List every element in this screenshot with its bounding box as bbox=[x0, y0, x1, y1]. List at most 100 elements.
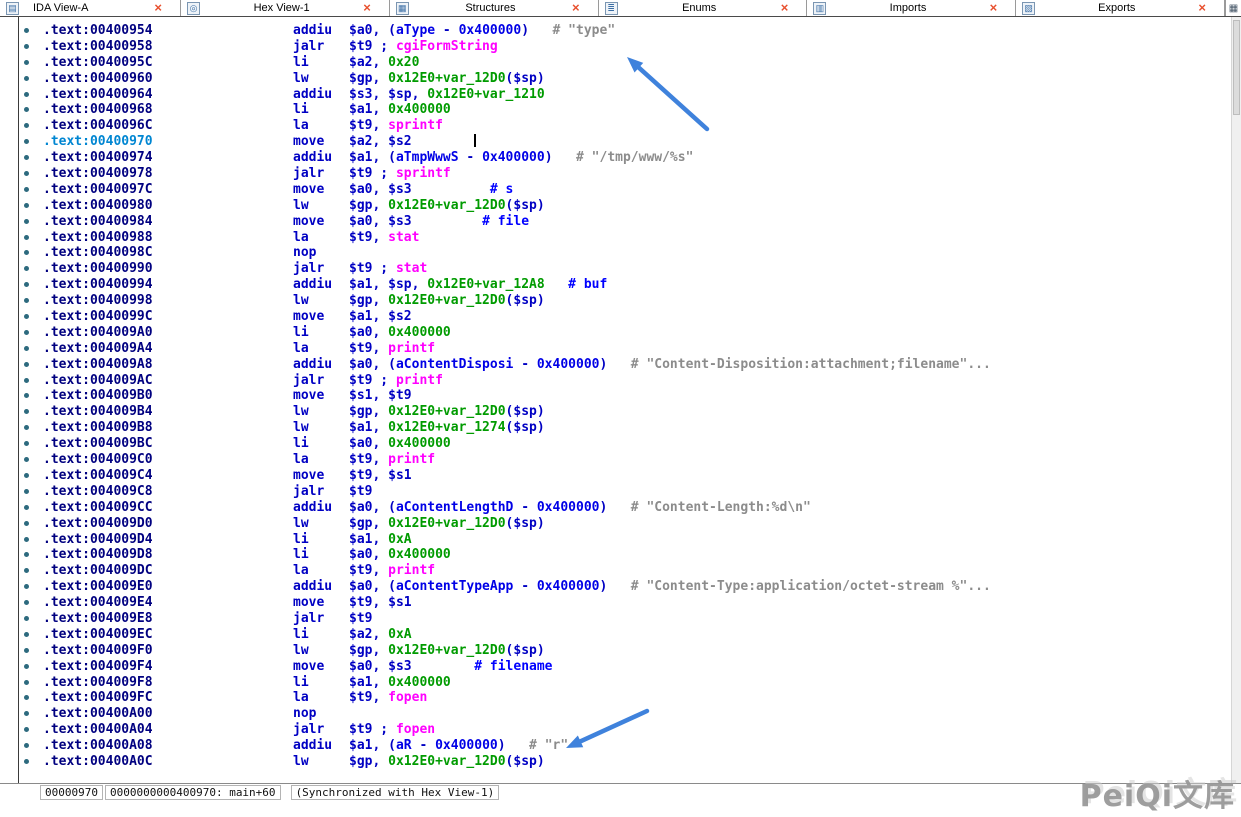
token: ($sp) bbox=[506, 293, 545, 308]
gutter-dot bbox=[24, 219, 29, 224]
line-address: .text:00400988 bbox=[43, 230, 293, 246]
token: $a1, $s2 bbox=[349, 309, 412, 324]
disasm-line[interactable]: .text:00400A0Clw$gp, 0x12E0+var_12D0($sp… bbox=[19, 754, 1229, 770]
disasm-line[interactable]: .text:004009F8li$a1, 0x400000 bbox=[19, 675, 1229, 691]
line-address: .text:004009A8 bbox=[43, 357, 293, 373]
token: 0x400000 bbox=[537, 500, 600, 515]
tab-structures[interactable]: ▦Structures× bbox=[390, 0, 599, 16]
disasm-line[interactable]: .text:004009A8addiu$a0, (aContentDisposi… bbox=[19, 357, 1229, 373]
mnemonic: jalr bbox=[293, 373, 349, 389]
mnemonic: li bbox=[293, 436, 349, 452]
tab-close-icon[interactable]: × bbox=[781, 2, 789, 14]
disasm-line[interactable]: .text:004009E0addiu$a0, (aContentTypeApp… bbox=[19, 579, 1229, 595]
disasm-line[interactable]: .text:004009C8jalr$t9 bbox=[19, 484, 1229, 500]
mnemonic: addiu bbox=[293, 87, 349, 103]
token: $gp, bbox=[349, 71, 388, 86]
disasm-line[interactable]: .text:00400998lw$gp, 0x12E0+var_12D0($sp… bbox=[19, 293, 1229, 309]
disasm-line[interactable]: .text:004009F4move$a0, $s3 # filename bbox=[19, 659, 1229, 675]
tab-enums[interactable]: ≣Enums× bbox=[599, 0, 808, 16]
token: aContentTypeApp bbox=[396, 579, 513, 594]
disasm-line[interactable]: .text:004009F0lw$gp, 0x12E0+var_12D0($sp… bbox=[19, 643, 1229, 659]
disasm-line[interactable]: .text:00400978jalr$t9 ; sprintf bbox=[19, 166, 1229, 182]
line-address: .text:00400954 bbox=[43, 23, 293, 39]
disasm-line[interactable]: .text:00400990jalr$t9 ; stat bbox=[19, 261, 1229, 277]
disasm-line[interactable]: .text:0040096Cla$t9, sprintf bbox=[19, 118, 1229, 134]
line-address: .text:00400984 bbox=[43, 214, 293, 230]
line-address: .text:004009FC bbox=[43, 690, 293, 706]
token: $t9 bbox=[349, 611, 372, 626]
tab-close-icon[interactable]: × bbox=[154, 2, 162, 14]
tab-close-icon[interactable]: × bbox=[1198, 2, 1206, 14]
disasm-line[interactable]: .text:004009A0li$a0, 0x400000 bbox=[19, 325, 1229, 341]
disasm-line[interactable]: .text:004009BCli$a0, 0x400000 bbox=[19, 436, 1229, 452]
disassembly-view[interactable]: .text:00400954addiu$a0, (aType - 0x40000… bbox=[19, 23, 1229, 770]
token: - bbox=[459, 150, 482, 165]
disasm-line[interactable]: .text:004009E4move$t9, $s1 bbox=[19, 595, 1229, 611]
gutter-dot bbox=[24, 457, 29, 462]
disasm-line[interactable]: .text:004009ECli$a2, 0xA bbox=[19, 627, 1229, 643]
tab-close-icon[interactable]: × bbox=[363, 2, 371, 14]
disasm-line[interactable]: .text:0040099Cmove$a1, $s2 bbox=[19, 309, 1229, 325]
disasm-line[interactable]: .text:004009D0lw$gp, 0x12E0+var_12D0($sp… bbox=[19, 516, 1229, 532]
token: ) bbox=[521, 23, 529, 38]
tab-ida-view-a[interactable]: ▤IDA View-A× bbox=[0, 0, 181, 16]
disasm-line[interactable]: .text:00400954addiu$a0, (aType - 0x40000… bbox=[19, 23, 1229, 39]
disasm-line[interactable]: .text:004009B8lw$a1, 0x12E0+var_1274($sp… bbox=[19, 420, 1229, 436]
gutter-dot bbox=[24, 759, 29, 764]
disasm-line[interactable]: .text:004009C4move$t9, $s1 bbox=[19, 468, 1229, 484]
token: 0x400000 bbox=[537, 357, 600, 372]
tab-exports[interactable]: ▧Exports× bbox=[1016, 0, 1225, 16]
disasm-line[interactable]: .text:004009CCaddiu$a0, (aContentLengthD… bbox=[19, 500, 1229, 516]
tab-label: IDA View-A bbox=[25, 2, 148, 14]
tab-imports[interactable]: ▥Imports× bbox=[807, 0, 1016, 16]
line-address: .text:00400994 bbox=[43, 277, 293, 293]
tab-close-icon[interactable]: × bbox=[990, 2, 998, 14]
disasm-line[interactable]: .text:004009A4la$t9, printf bbox=[19, 341, 1229, 357]
window-list-button[interactable]: ▦ bbox=[1225, 0, 1241, 16]
gutter-dot bbox=[24, 680, 29, 685]
disasm-line[interactable]: .text:0040098Cnop bbox=[19, 245, 1229, 261]
disasm-line[interactable]: .text:004009B4lw$gp, 0x12E0+var_12D0($sp… bbox=[19, 404, 1229, 420]
disasm-line[interactable]: .text:00400994addiu$a1, $sp, 0x12E0+var_… bbox=[19, 277, 1229, 293]
token: $t9 ; bbox=[349, 261, 396, 276]
disasm-line[interactable]: .text:00400968li$a1, 0x400000 bbox=[19, 102, 1229, 118]
disasm-line[interactable]: .text:00400A08addiu$a1, (aR - 0x400000) … bbox=[19, 738, 1229, 754]
disasm-line[interactable]: .text:004009ACjalr$t9 ; printf bbox=[19, 373, 1229, 389]
tab-hex-view-1[interactable]: ◎Hex View-1× bbox=[181, 0, 390, 16]
disasm-line[interactable]: .text:004009D8li$a0, 0x400000 bbox=[19, 547, 1229, 563]
scrollbar-track[interactable] bbox=[1231, 17, 1241, 783]
mnemonic: move bbox=[293, 309, 349, 325]
tab-close-icon[interactable]: × bbox=[572, 2, 580, 14]
disasm-line[interactable]: .text:00400A04jalr$t9 ; fopen bbox=[19, 722, 1229, 738]
line-address: .text:00400970 bbox=[43, 134, 293, 150]
disasm-line[interactable]: .text:004009B0move$s1, $t9 bbox=[19, 388, 1229, 404]
tab-bar: ▤IDA View-A×◎Hex View-1×▦Structures×≣Enu… bbox=[0, 0, 1241, 17]
disasm-line[interactable]: .text:00400984move$a0, $s3 # file bbox=[19, 214, 1229, 230]
disasm-line[interactable]: .text:00400960lw$gp, 0x12E0+var_12D0($sp… bbox=[19, 71, 1229, 87]
disasm-line[interactable]: .text:00400A00nop bbox=[19, 706, 1229, 722]
disasm-line[interactable]: .text:0040095Cli$a2, 0x20 bbox=[19, 55, 1229, 71]
disasm-line[interactable]: .text:00400988la$t9, stat bbox=[19, 230, 1229, 246]
token: $a0, ( bbox=[349, 579, 396, 594]
disasm-line[interactable]: .text:004009DCla$t9, printf bbox=[19, 563, 1229, 579]
disasm-line[interactable]: .text:004009FCla$t9, fopen bbox=[19, 690, 1229, 706]
disasm-line[interactable]: .text:00400980lw$gp, 0x12E0+var_12D0($sp… bbox=[19, 198, 1229, 214]
disasm-line[interactable]: .text:00400964addiu$s3, $sp, 0x12E0+var_… bbox=[19, 87, 1229, 103]
token: $t9 ; bbox=[349, 373, 396, 388]
line-address: .text:004009C4 bbox=[43, 468, 293, 484]
text-cursor bbox=[474, 134, 476, 147]
token: - bbox=[513, 500, 536, 515]
gutter-dot bbox=[24, 695, 29, 700]
line-address: .text:004009EC bbox=[43, 627, 293, 643]
token: $t9 ; bbox=[349, 39, 396, 54]
disasm-line[interactable]: .text:004009C0la$t9, printf bbox=[19, 452, 1229, 468]
scrollbar-thumb[interactable] bbox=[1233, 20, 1240, 115]
disasm-line[interactable]: .text:00400974addiu$a1, (aTmpWwwS - 0x40… bbox=[19, 150, 1229, 166]
disasm-line[interactable]: .text:00400958jalr$t9 ; cgiFormString bbox=[19, 39, 1229, 55]
disasm-line[interactable]: .text:0040097Cmove$a0, $s3 # s bbox=[19, 182, 1229, 198]
token: stat bbox=[388, 230, 419, 245]
disasm-line[interactable]: .text:004009D4li$a1, 0xA bbox=[19, 532, 1229, 548]
disasm-line[interactable]: .text:004009E8jalr$t9 bbox=[19, 611, 1229, 627]
disasm-line[interactable]: .text:00400970move$a2, $s2 bbox=[19, 134, 1229, 150]
token: $a0, ( bbox=[349, 500, 396, 515]
